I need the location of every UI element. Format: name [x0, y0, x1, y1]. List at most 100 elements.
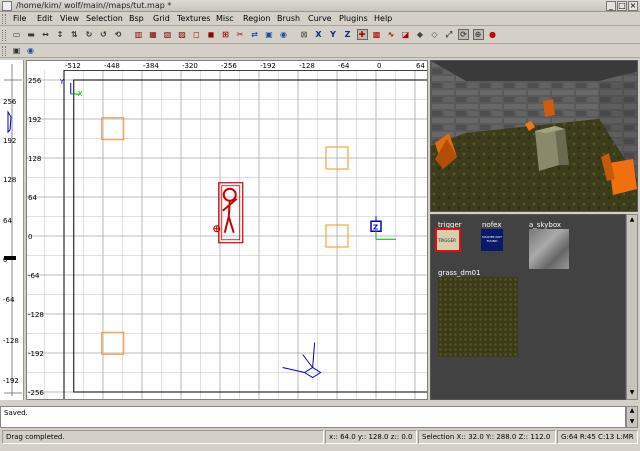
drag-vertices-icon[interactable]: ◇: [429, 29, 440, 40]
marker-icon[interactable]: ●: [487, 29, 498, 40]
view-z-icon[interactable]: Z: [342, 29, 353, 40]
window-title: /home/kim/ wolf/main//maps/tut.map *: [16, 1, 172, 10]
menu-plugins[interactable]: Plugins: [339, 13, 368, 25]
texture-label-skybox: a_skybox: [529, 221, 562, 229]
maximize-button[interactable]: □: [617, 1, 627, 11]
console-scroll-down[interactable]: ▼: [628, 418, 636, 426]
menu-selection[interactable]: Selection: [86, 13, 123, 25]
console[interactable]: Saved.: [0, 406, 626, 428]
y-axis-tick-label: -256: [28, 389, 44, 397]
menu-grid[interactable]: Grid: [153, 13, 170, 25]
menu-curve[interactable]: Curve: [308, 13, 332, 25]
title-bar: /home/kim/ wolf/main//maps/tut.map * _ □…: [0, 0, 640, 12]
view-x-icon[interactable]: X: [313, 29, 324, 40]
show-entities-icon[interactable]: ⊕: [472, 29, 484, 40]
camera-view[interactable]: [430, 60, 638, 212]
texture-lock-icon[interactable]: ⊠: [299, 29, 310, 40]
menu-brush[interactable]: Brush: [277, 13, 300, 25]
texture-scrollbar[interactable]: ▲ ▼: [626, 214, 638, 400]
minimize-button[interactable]: _: [606, 1, 616, 11]
xy-view[interactable]: -512 -448 -384 -320 -256 -192 -128 -64 0 64 256 192…: [26, 60, 428, 400]
rotate-z-icon[interactable]: ⟲: [113, 29, 124, 40]
texture-nofex-caption: SHADER NOT FOUND: [482, 235, 502, 243]
x-axis-tick-label: -384: [143, 62, 159, 70]
x-axis-tick-label: -128: [299, 62, 315, 70]
menu-help[interactable]: Help: [374, 13, 392, 25]
menu-bsp[interactable]: Bsp: [129, 13, 144, 25]
menu-misc[interactable]: Misc: [216, 13, 234, 25]
entity-icon[interactable]: ✚: [356, 29, 368, 40]
flip-y-icon[interactable]: ↕: [55, 29, 66, 40]
select-complete-tall-icon[interactable]: ▥: [133, 29, 144, 40]
secondary-toolbar: ▣ ◉: [0, 44, 640, 58]
console-scroll-up[interactable]: ▲: [628, 407, 636, 415]
close-button[interactable]: ×: [628, 1, 638, 11]
texture-trigger[interactable]: TRIGGER: [435, 228, 461, 252]
rotate-x-icon[interactable]: ↻: [84, 29, 95, 40]
x-axis-tick-label: -448: [104, 62, 120, 70]
flip-x-icon[interactable]: ↔: [40, 29, 51, 40]
menu-textures[interactable]: Textures: [177, 13, 210, 25]
toolbar2-grip[interactable]: [2, 46, 6, 56]
z-ruler-tick: 0: [3, 256, 8, 264]
select-partial-tall-icon[interactable]: ▧: [162, 29, 173, 40]
menu-region[interactable]: Region: [243, 13, 270, 25]
y-axis-tick-label: 64: [28, 194, 37, 202]
texture-a-skybox[interactable]: [529, 229, 569, 269]
change-view-icon[interactable]: ⇄: [249, 29, 260, 40]
csg-hollow-icon[interactable]: ◻: [191, 29, 202, 40]
camera-view-canvas[interactable]: [431, 61, 638, 212]
status-grid: G:64 R:45 C:13 L:MR: [557, 430, 638, 444]
scroll-down-arrow[interactable]: ▼: [628, 389, 636, 397]
z-view-canvas[interactable]: [0, 60, 24, 400]
scroll-up-arrow[interactable]: ▲: [628, 216, 636, 224]
texture-nofex[interactable]: SHADER NOT FOUND: [481, 229, 503, 251]
window-menu-icon[interactable]: [2, 1, 12, 11]
z-view[interactable]: 256 192 128 64 0 -64 -128 -192: [0, 60, 24, 400]
y-axis-tick-label: -192: [28, 350, 44, 358]
rotate-y-icon[interactable]: ↺: [98, 29, 109, 40]
camera-icon[interactable]: ◉: [278, 29, 289, 40]
z-camera-marker: [7, 110, 12, 134]
csg-merge-icon[interactable]: ⊞: [220, 29, 231, 40]
menu-file[interactable]: File: [13, 13, 26, 25]
save-icon[interactable]: ▬: [26, 29, 37, 40]
z-ruler-tick: -64: [3, 296, 15, 304]
rotate-icon[interactable]: ⟳: [458, 29, 469, 40]
select-touching-icon[interactable]: ▦: [148, 29, 159, 40]
texture-icon[interactable]: ◪: [400, 29, 411, 40]
status-bar: Drag completed. x:: 64.0 y:: 128.0 z:: 0…: [0, 430, 640, 444]
flip-z-icon[interactable]: ⇅: [69, 29, 80, 40]
csg-subtract-icon[interactable]: ◼: [206, 29, 217, 40]
select-inside-icon[interactable]: ▨: [177, 29, 188, 40]
status-coords: x:: 64.0 y:: 128.0 z:: 0.0: [325, 430, 417, 444]
plugin-icon[interactable]: ◉: [25, 45, 36, 56]
curve-icon[interactable]: ∿: [386, 29, 397, 40]
menu-edit[interactable]: Edit: [37, 13, 53, 25]
open-icon[interactable]: ▭: [11, 29, 22, 40]
menu-view[interactable]: View: [60, 13, 79, 25]
selected-model-head: [222, 187, 237, 202]
selected-brush-outline: [218, 182, 244, 244]
drag-edges-icon[interactable]: ◆: [415, 29, 426, 40]
patch-icon[interactable]: ▩: [371, 29, 382, 40]
xy-view-canvas[interactable]: -512 -448 -384 -320 -256 -192 -128 -64 0 64 256 192…: [27, 61, 428, 400]
y-axis-tick-label: 128: [28, 155, 41, 163]
x-axis-tick-label: 64: [416, 62, 425, 70]
texture-browser[interactable]: trigger TRIGGER nofex SHADER NOT FOUND a…: [430, 214, 626, 400]
console-scrollbar[interactable]: ▲ ▼: [626, 406, 638, 428]
view-y-icon[interactable]: Y: [328, 29, 339, 40]
clipper-icon[interactable]: ✂: [235, 29, 246, 40]
camera-fov-left: [282, 367, 305, 373]
x-axis-tick-label: -192: [260, 62, 276, 70]
cubic-clip-icon[interactable]: ▣: [264, 29, 275, 40]
status-message: Drag completed.: [2, 430, 324, 444]
menubar-grip[interactable]: [2, 14, 6, 24]
cube-icon[interactable]: ▣: [11, 45, 22, 56]
scale-icon[interactable]: ⤢: [444, 29, 455, 40]
toolbar-grip[interactable]: [2, 30, 6, 41]
y-axis-tick-label: 0: [28, 233, 32, 241]
world-bound-outer: [63, 69, 427, 399]
texture-grass-dm01[interactable]: [438, 277, 518, 357]
entity-box: [101, 117, 125, 141]
